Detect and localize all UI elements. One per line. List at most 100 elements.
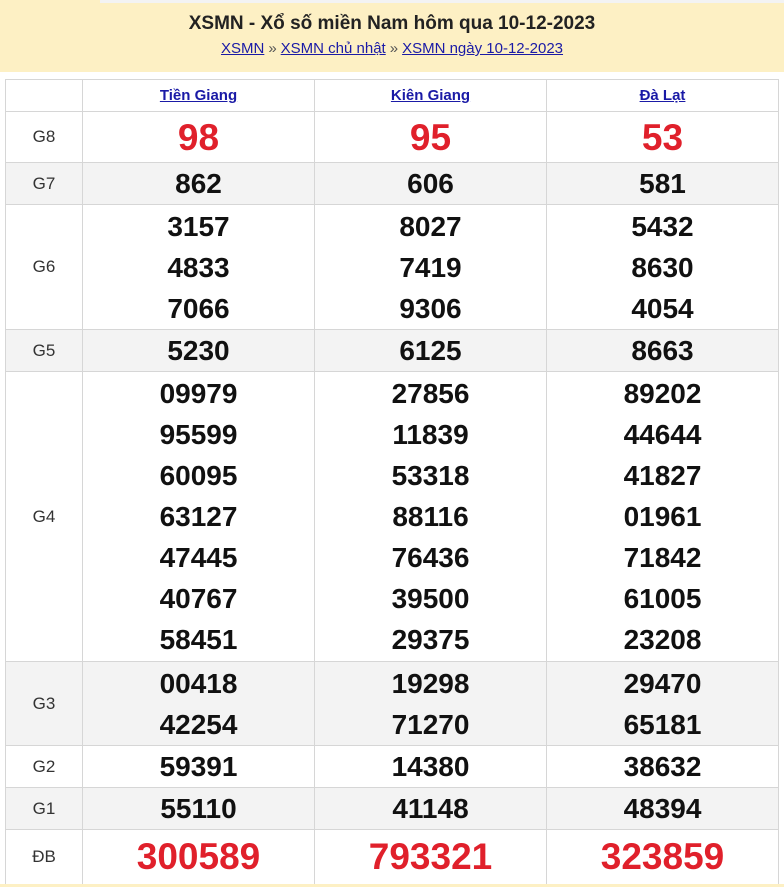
breadcrumb: XSMN» XSMN chủ nhật» XSMN ngày 10-12-2023: [0, 40, 784, 57]
prize-number: 29375: [391, 624, 470, 655]
prize-number: 7419: [399, 251, 462, 283]
prize-number: 5432: [631, 210, 694, 242]
prize-number: 63127: [159, 501, 238, 532]
prize-cell: 581: [546, 162, 779, 205]
prize-number: 9306: [399, 292, 462, 324]
prize-cell: 8663: [546, 329, 779, 372]
breadcrumb-link-xsmn[interactable]: XSMN: [221, 40, 264, 57]
breadcrumb-link-xsmn-sunday[interactable]: XSMN chủ nhật: [281, 40, 386, 57]
prize-number: 53: [641, 116, 684, 158]
prize-number: 41827: [623, 460, 702, 491]
prize-number: 40767: [159, 583, 238, 614]
prize-cell: 27856 11839 53318 88116 76436 39500 29375: [314, 371, 547, 662]
prize-label: ĐB: [5, 829, 83, 885]
prize-cell: 53: [546, 111, 779, 163]
prize-cell: 95: [314, 111, 547, 163]
province-header: Kiên Giang: [314, 79, 547, 112]
prize-number: 5230: [167, 335, 230, 366]
province-link-tien-giang[interactable]: Tiền Giang: [160, 87, 237, 104]
prize-number: 71270: [391, 708, 470, 740]
prize-number: 53318: [391, 460, 470, 491]
prize-number: 76436: [391, 542, 470, 573]
prize-number: 581: [639, 168, 686, 199]
province-link-kien-giang[interactable]: Kiên Giang: [391, 87, 470, 104]
province-link-da-lat[interactable]: Đà Lạt: [640, 87, 686, 104]
prize-cell: 8027 7419 9306: [314, 204, 547, 330]
prize-number: 59391: [159, 751, 238, 782]
prize-number: 39500: [391, 583, 470, 614]
prize-cell: 41148: [314, 787, 547, 830]
prize-number: 6125: [399, 335, 462, 366]
prize-number: 606: [407, 168, 454, 199]
prize-number: 7066: [167, 292, 230, 324]
prize-number: 01961: [623, 501, 702, 532]
prize-cell: 00418 42254: [82, 661, 315, 746]
prize-cell: 38632: [546, 745, 779, 788]
prize-number: 41148: [392, 793, 469, 824]
prize-number: 4833: [167, 251, 230, 283]
prize-number: 71842: [623, 542, 702, 573]
prize-number: 11839: [392, 419, 469, 450]
prize-cell: 6125: [314, 329, 547, 372]
prize-cell: 793321: [314, 829, 547, 885]
prize-number: 23208: [623, 624, 702, 655]
prize-number: 8027: [399, 210, 462, 242]
breadcrumb-link-xsmn-date[interactable]: XSMN ngày 10-12-2023: [402, 40, 563, 57]
prize-number: 89202: [623, 378, 702, 409]
prize-label: G6: [5, 204, 83, 330]
prize-number: 00418: [159, 667, 238, 699]
prize-number: 98: [177, 116, 220, 158]
page-title: XSMN - Xổ số miền Nam hôm qua 10-12-2023: [188, 13, 596, 34]
prize-cell: 862: [82, 162, 315, 205]
header-divider: [100, 0, 784, 3]
breadcrumb-separator: »: [389, 40, 399, 57]
prize-number: 88116: [392, 501, 469, 532]
prize-cell: 29470 65181: [546, 661, 779, 746]
prize-row-g4: G4 09979 95599 60095 63127 47445 40767 58451 278…: [5, 371, 779, 662]
prize-cell: 98: [82, 111, 315, 163]
prize-number: 55110: [160, 793, 237, 824]
prize-number: 8630: [631, 251, 694, 283]
prize-label: G2: [5, 745, 83, 788]
prize-number: 09979: [159, 378, 238, 409]
prize-cell: 89202 44644 41827 01961 71842 61005 23208: [546, 371, 779, 662]
prize-number: 27856: [391, 378, 470, 409]
prize-number: 793321: [368, 836, 493, 877]
prize-label: G3: [5, 661, 83, 746]
province-header-row: Tiền Giang Kiên Giang Đà Lạt: [5, 79, 779, 112]
prize-cell: 300589: [82, 829, 315, 885]
province-header: Tiền Giang: [82, 79, 315, 112]
prize-row-g2: G2 59391 14380 38632: [5, 745, 779, 788]
prize-cell: 09979 95599 60095 63127 47445 40767 58451: [82, 371, 315, 662]
prize-number: 47445: [159, 542, 238, 573]
prize-number: 323859: [600, 836, 725, 877]
prize-label: G7: [5, 162, 83, 205]
prize-number: 29470: [623, 667, 702, 699]
prize-cell: 3157 4833 7066: [82, 204, 315, 330]
prize-label: G1: [5, 787, 83, 830]
prize-number: 58451: [159, 624, 238, 655]
prize-cell: 606: [314, 162, 547, 205]
prize-row-g1: G1 55110 41148 48394: [5, 787, 779, 830]
prize-row-db: ĐB 300589 793321 323859: [5, 829, 779, 885]
prize-number: 48394: [623, 793, 702, 824]
prize-number: 65181: [623, 708, 702, 740]
prize-cell: 48394: [546, 787, 779, 830]
province-header: Đà Lạt: [546, 79, 779, 112]
prize-row-g6: G6 3157 4833 7066 8027 7419 9306 5432 8630 4054: [5, 204, 779, 330]
breadcrumb-separator: »: [268, 40, 277, 57]
prize-label: G5: [5, 329, 83, 372]
prize-row-g7: G7 862 606 581: [5, 162, 779, 205]
prize-number: 44644: [623, 419, 702, 450]
page-header: XSMN - Xổ số miền Nam hôm qua 10-12-2023…: [0, 0, 784, 72]
header-empty-cell: [5, 79, 83, 112]
prize-number: 95599: [159, 419, 238, 450]
prize-label: G4: [5, 371, 83, 662]
prize-cell: 55110: [82, 787, 315, 830]
prize-row-g5: G5 5230 6125 8663: [5, 329, 779, 372]
prize-label: G8: [5, 111, 83, 163]
prize-cell: 323859: [546, 829, 779, 885]
prize-cell: 14380: [314, 745, 547, 788]
prize-row-g8: G8 98 95 53: [5, 111, 779, 163]
prize-number: 8663: [631, 335, 694, 366]
